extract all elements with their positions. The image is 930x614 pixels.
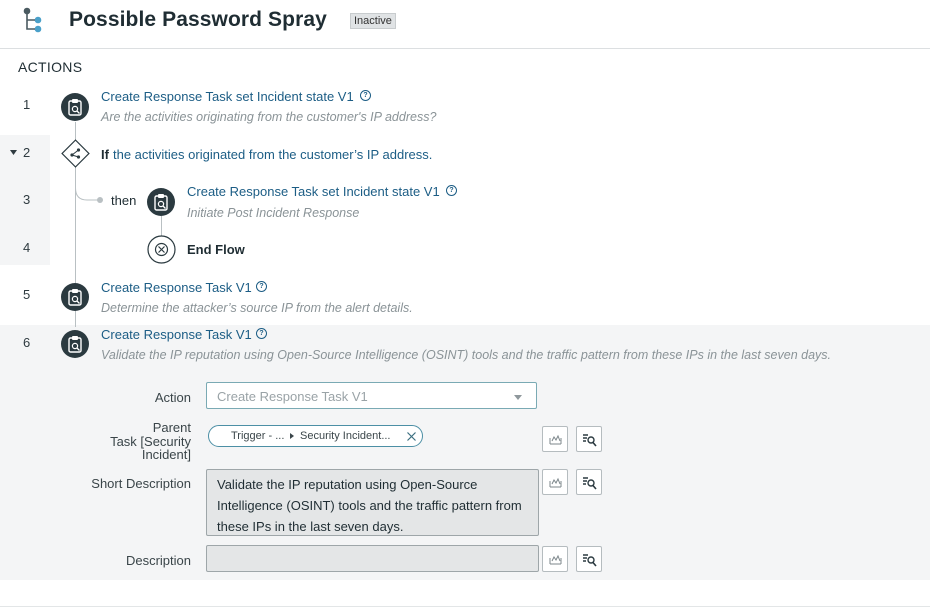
task-icon <box>61 330 89 358</box>
action-select-placeholder: Create Response Task V1 <box>217 389 368 404</box>
step-subtitle: Are the activities originating from the … <box>101 110 437 124</box>
task-icon <box>61 93 89 121</box>
remove-pill-icon[interactable] <box>407 432 416 441</box>
data-pill-picker-button[interactable] <box>542 469 568 495</box>
data-pill-picker-button[interactable] <box>542 426 568 452</box>
end-flow-label: End Flow <box>187 242 245 257</box>
description-field[interactable] <box>206 545 539 572</box>
parent-label-line: Parent <box>152 420 191 435</box>
help-icon[interactable]: ? <box>360 90 371 101</box>
step-subtitle: Determine the attacker’s source IP from … <box>101 301 413 315</box>
reference-lookup-button[interactable] <box>576 546 602 572</box>
flow-header: Possible Password Spray Inactive <box>0 0 930 49</box>
help-icon[interactable]: ? <box>256 281 267 292</box>
task-icon <box>61 283 89 311</box>
action-label: Action <box>154 390 191 405</box>
step-title-link[interactable]: Create Response Task set Incident state … <box>101 89 354 104</box>
collapse-caret-icon[interactable] <box>10 150 17 155</box>
data-pill-icon <box>549 554 562 565</box>
step-title-link[interactable]: Create Response Task V1 <box>101 280 252 295</box>
lookup-icon <box>583 554 597 567</box>
pill-segment: Trigger - ... <box>231 430 285 442</box>
condition-link[interactable]: the activities originated from the custo… <box>113 147 432 162</box>
if-keyword: If <box>101 147 109 162</box>
reference-lookup-button[interactable] <box>576 426 602 452</box>
bottom-divider <box>0 606 930 607</box>
step-subtitle: Initiate Post Incident Response <box>187 206 360 220</box>
actions-section-label: ACTIONS <box>18 59 83 75</box>
step-subtitle: Validate the IP reputation using Open-So… <box>101 348 832 362</box>
flow-connector <box>161 216 162 236</box>
pill-segment: Security Incident... <box>300 430 391 442</box>
chevron-right-icon <box>290 433 294 439</box>
step-number: 5 <box>23 287 31 302</box>
step-number: 2 <box>23 145 31 160</box>
task-icon <box>147 188 175 216</box>
step-title-link[interactable]: Create Response Task V1 <box>101 327 252 342</box>
condition-diamond-icon <box>61 139 90 168</box>
data-pill-icon <box>549 434 562 445</box>
branch-label: then <box>111 193 137 208</box>
step-number: 3 <box>23 192 31 207</box>
data-pill-icon <box>549 477 562 488</box>
step-number: 1 <box>23 97 31 112</box>
description-label: Description <box>125 553 191 568</box>
data-pill-picker-button[interactable] <box>542 546 568 572</box>
help-icon[interactable]: ? <box>256 328 267 339</box>
short-description-label: Short Description <box>91 476 191 491</box>
chevron-down-icon <box>514 395 522 400</box>
help-icon[interactable]: ? <box>446 185 457 196</box>
status-badge: Inactive <box>350 13 396 29</box>
reference-lookup-button[interactable] <box>576 469 602 495</box>
short-description-field[interactable]: Validate the IP reputation using Open-So… <box>206 469 539 536</box>
flow-icon <box>23 7 42 33</box>
lookup-icon <box>583 434 597 447</box>
step-title-link[interactable]: Create Response Task set Incident state … <box>187 184 440 199</box>
branch-connector <box>75 166 103 203</box>
parent-label-line: Incident] <box>141 447 191 462</box>
end-flow-icon <box>147 235 176 264</box>
step-number: 4 <box>23 240 31 255</box>
step-number: 6 <box>23 335 31 350</box>
lookup-icon <box>583 477 597 490</box>
action-select[interactable]: Create Response Task V1 <box>206 382 537 409</box>
parent-data-pill[interactable]: Trigger - ... Security Incident... <box>208 425 423 447</box>
page-title: Possible Password Spray <box>69 8 327 31</box>
